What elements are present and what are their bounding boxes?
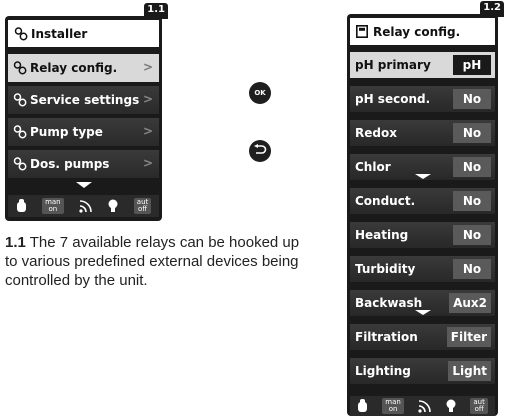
wireless-icon [79, 199, 93, 213]
relay-row-lighting[interactable]: Lighting Light [350, 358, 495, 384]
relay-label: Turbidity [355, 262, 416, 276]
relay-value: No [453, 89, 491, 109]
relay-value: Filter [446, 327, 491, 347]
mode-man-on-badge: man on [42, 198, 64, 214]
menu-item-pump-type[interactable]: Pump type > [8, 118, 159, 146]
screen-number: 1.1 [144, 3, 168, 19]
screen-title: Relay config. [373, 24, 461, 39]
scroll-down-icon[interactable] [5, 182, 162, 190]
screen-header: Relay config. [350, 18, 495, 45]
menu-item-label: Pump type [30, 125, 103, 139]
relay-row-turbidity[interactable]: Turbidity No [350, 256, 495, 282]
relay-config-icon [356, 25, 368, 38]
relay-label: Redox [355, 126, 397, 140]
mode-man-on-badge: man on [382, 398, 404, 414]
relay-value: No [453, 259, 491, 279]
menu-item-service-settings[interactable]: Service settings > [8, 86, 159, 114]
relay-label: Conduct. [355, 194, 416, 208]
menu-item-label: Service settings [30, 93, 140, 107]
screen-number: 1.2 [480, 1, 504, 17]
back-button[interactable] [249, 140, 271, 162]
scroll-down-icon[interactable] [347, 174, 498, 182]
scroll-down-icon[interactable] [347, 310, 498, 318]
hand-icon [16, 199, 27, 213]
relay-row-conduct[interactable]: Conduct. No [350, 188, 495, 214]
installer-icon [13, 61, 27, 75]
mode-aut-off-badge: aut off [470, 398, 488, 414]
relay-row-ph-primary[interactable]: pH primary pH [350, 52, 495, 78]
relay-label: Chlor [355, 160, 391, 174]
relay-label: Heating [355, 228, 409, 242]
caption-number: 1.1 [5, 234, 26, 251]
relay-config-screen: 1.2 Relay config. pH primary pH pH secon… [347, 1, 504, 416]
relay-value: No [453, 191, 491, 211]
caption: 1.1 The 7 available relays can be hooked… [5, 233, 305, 290]
installer-icon [13, 157, 27, 171]
wireless-icon [418, 399, 432, 413]
relay-value: No [453, 123, 491, 143]
relay-row-redox[interactable]: Redox No [350, 120, 495, 146]
menu-item-relay-config[interactable]: Relay config. > [8, 54, 159, 82]
relay-value: No [453, 225, 491, 245]
relay-label: Filtration [355, 330, 418, 344]
chevron-right-icon: > [142, 60, 153, 74]
ok-button-label: OK [254, 89, 266, 97]
menu-item-label: Relay config. [30, 61, 118, 75]
caption-text: The 7 available relays can be hooked up … [5, 234, 300, 289]
relay-value: pH [453, 55, 491, 75]
installer-icon [14, 26, 28, 41]
chevron-right-icon: > [142, 156, 153, 170]
chevron-right-icon: > [142, 124, 153, 138]
menu-item-label: Dos. pumps [30, 157, 110, 171]
hand-icon [357, 399, 368, 413]
relay-row-heating[interactable]: Heating No [350, 222, 495, 248]
installer-icon [13, 93, 27, 107]
status-footer: man on aut off [8, 195, 159, 217]
installer-screen: 1.1 Installer Relay config. > Service se… [5, 3, 168, 221]
menu-item-dos-pumps[interactable]: Dos. pumps > [8, 150, 159, 178]
chevron-right-icon: > [142, 92, 153, 106]
screen-header: Installer [8, 20, 159, 47]
relay-label: pH primary [355, 58, 431, 72]
status-footer: man on aut off [350, 396, 495, 416]
relay-value: Light [448, 361, 491, 381]
lightbulb-icon [446, 399, 456, 413]
menu-list: Relay config. > Service settings > Pump … [8, 54, 159, 182]
relay-label: pH second. [355, 92, 431, 106]
relay-list: pH primary pH pH second. No Redox No Chl… [350, 52, 495, 392]
installer-icon [13, 125, 27, 139]
relay-row-ph-second[interactable]: pH second. No [350, 86, 495, 112]
relay-label: Backwash [355, 296, 423, 310]
relay-label: Lighting [355, 364, 411, 378]
ok-button[interactable]: OK [249, 82, 271, 104]
mode-aut-off-badge: aut off [133, 198, 152, 214]
relay-row-filtration[interactable]: Filtration Filter [350, 324, 495, 350]
back-arrow-icon [253, 144, 267, 158]
screen-title: Installer [31, 26, 88, 41]
lightbulb-icon [108, 199, 118, 213]
